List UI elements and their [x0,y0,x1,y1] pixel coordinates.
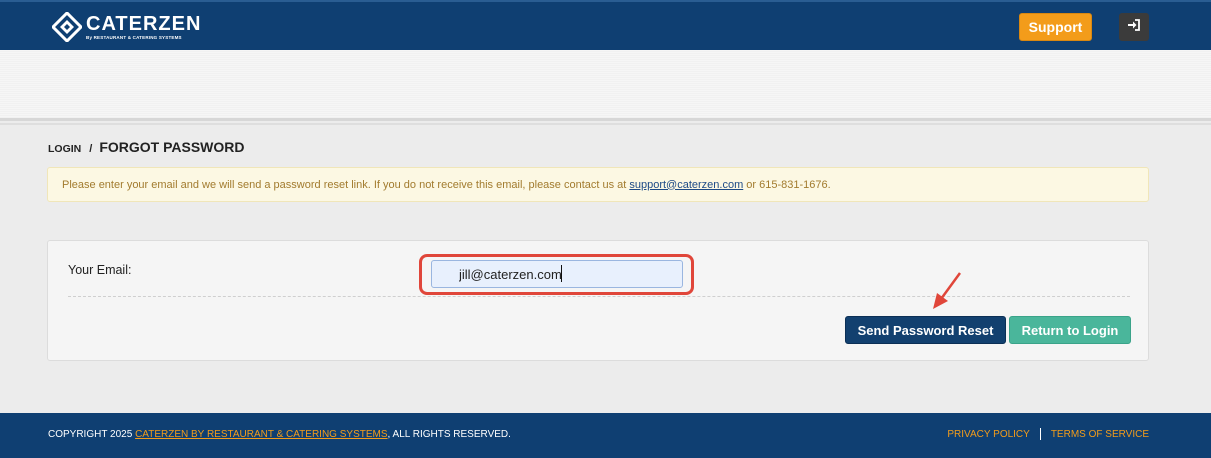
arrow-annotation-icon [933,272,962,309]
breadcrumb: LOGIN / FORGOT PASSWORD [48,139,245,155]
text-cursor [561,265,562,282]
send-password-reset-button[interactable]: Send Password Reset [845,316,1006,344]
return-to-login-button[interactable]: Return to Login [1009,316,1131,344]
notice-text: Please enter your email and we will send… [62,178,627,191]
logo-diamond-icon [50,10,84,44]
banner-divider [0,123,1211,125]
login-button[interactable] [1119,13,1149,41]
privacy-policy-link[interactable]: PRIVACY POLICY [947,429,1029,440]
copyright-prefix: COPYRIGHT 2025 [48,429,133,440]
logo-name: CATERZEN [86,13,202,35]
breadcrumb-separator: / [89,143,93,155]
info-notice: Please enter your email and we will send… [47,167,1149,202]
copyright-suffix: , ALL RIGHTS RESERVED. [387,429,511,440]
footer-links: PRIVACY POLICY TERMS OF SERVICE [947,428,1149,440]
footer: COPYRIGHT 2025 CATERZEN BY RESTAURANT & … [0,413,1211,458]
form-divider [68,296,1130,297]
terms-of-service-link[interactable]: TERMS OF SERVICE [1051,429,1149,440]
sign-in-icon [1127,18,1141,36]
banner-divider [0,118,1211,121]
notice-phone-text: or 615-831-1676. [746,178,831,191]
email-field[interactable] [431,260,683,288]
support-email-link[interactable]: support@caterzen.com [629,179,743,191]
top-navbar: CATERZEN By RESTAURANT & CATERING SYSTEM… [0,0,1211,50]
caterzen-logo[interactable]: CATERZEN By RESTAURANT & CATERING SYSTEM… [50,10,202,44]
support-button[interactable]: Support [1019,13,1092,41]
email-label: Your Email: [68,263,132,277]
page-title: FORGOT PASSWORD [99,139,245,155]
footer-separator [1039,428,1041,440]
logo-tagline: By RESTAURANT & CATERING SYSTEMS [86,35,182,40]
copyright: COPYRIGHT 2025 CATERZEN BY RESTAURANT & … [48,429,511,440]
company-link[interactable]: CATERZEN BY RESTAURANT & CATERING SYSTEM… [135,429,387,440]
reset-form: Your Email: Send Password Reset Return t… [47,240,1149,361]
breadcrumb-login[interactable]: LOGIN [48,143,81,155]
header-banner [0,50,1211,118]
